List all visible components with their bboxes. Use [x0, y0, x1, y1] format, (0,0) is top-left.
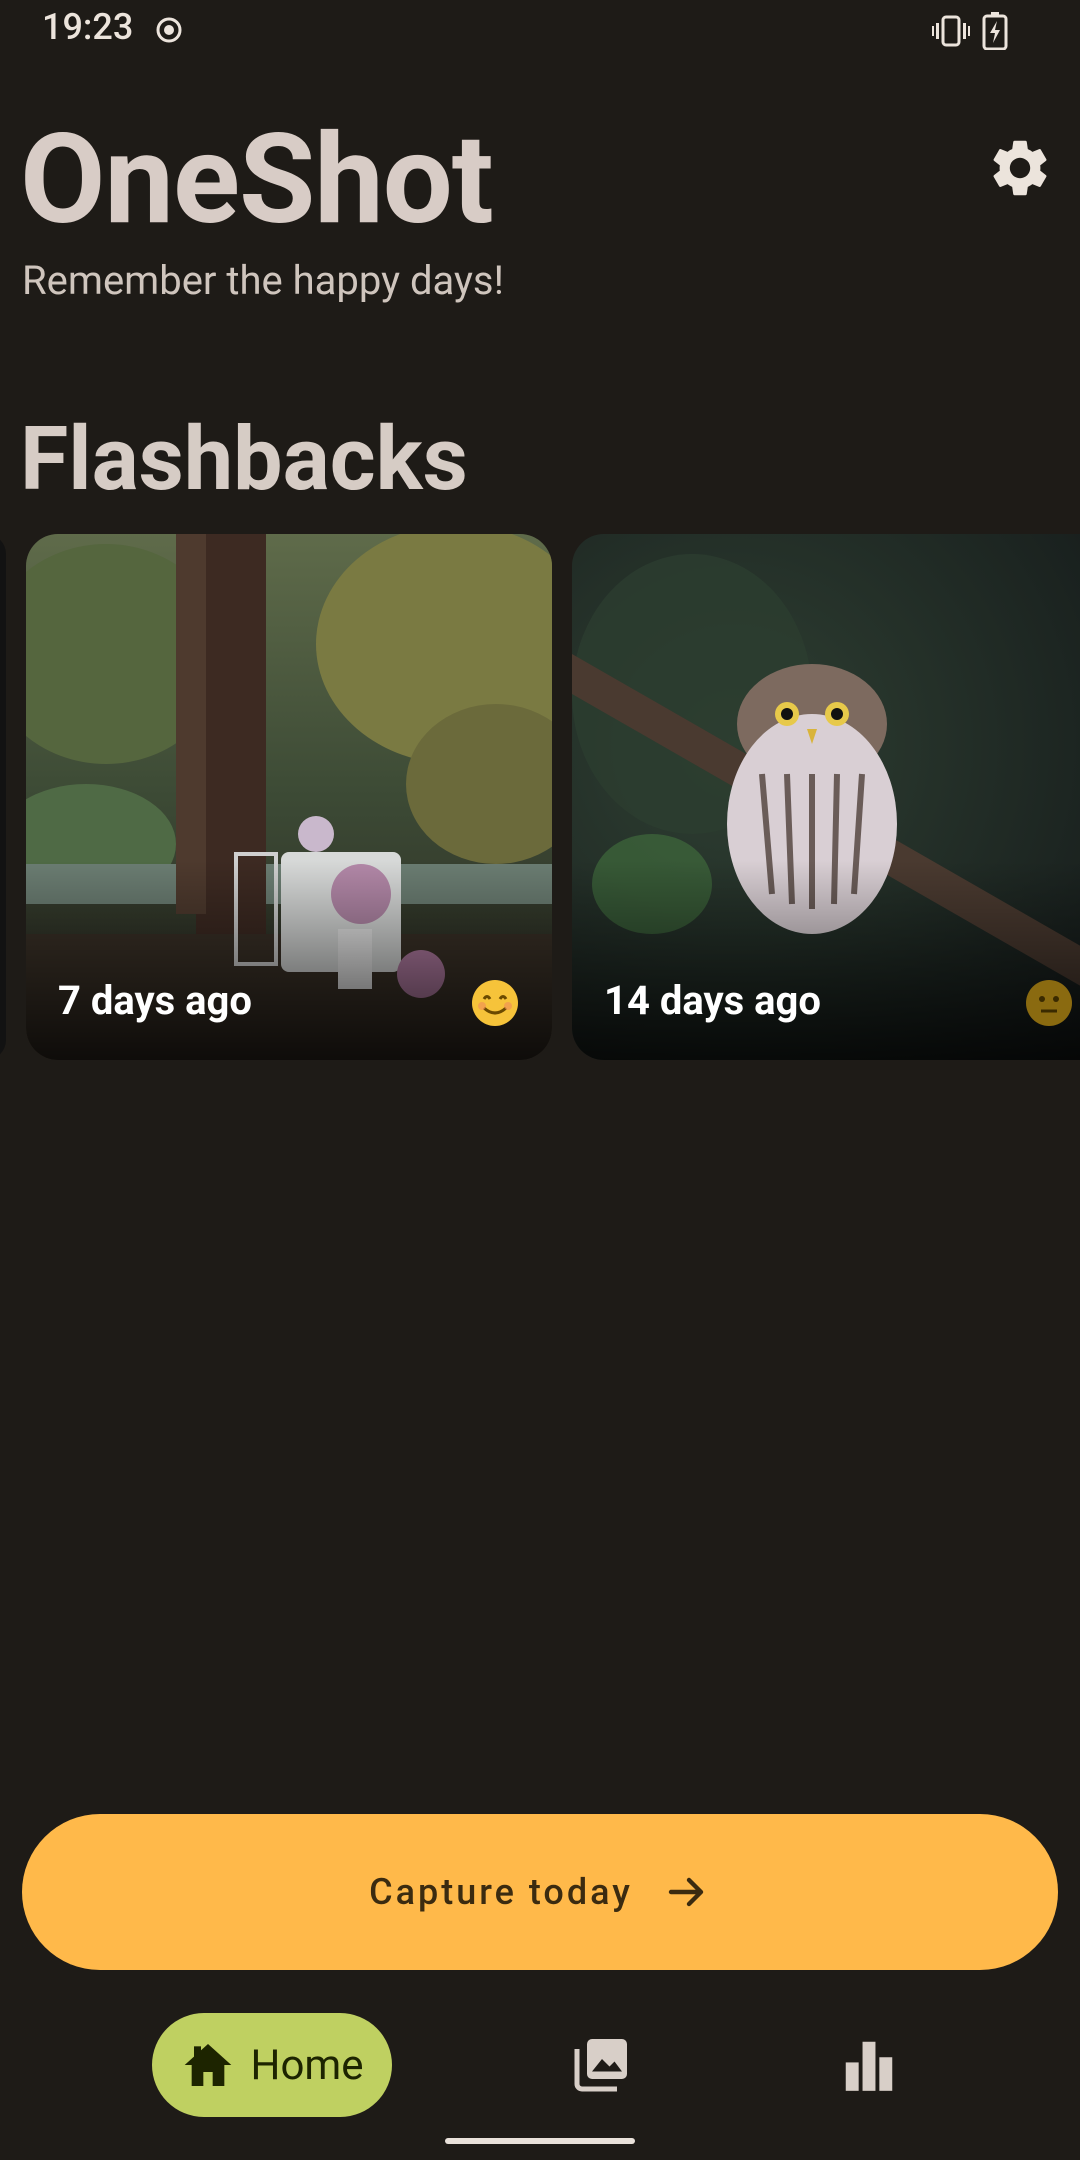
app-title: OneShot [20, 108, 494, 253]
stats-icon[interactable] [838, 2034, 900, 2096]
flashbacks-carousel[interactable]: 7 days ago 14 days ago [0, 534, 1080, 1060]
flashback-date: 7 days ago [58, 977, 252, 1024]
nav-home-label: Home [250, 2040, 364, 2090]
nav-home[interactable]: Home [152, 2013, 392, 2117]
battery-charging-icon [982, 12, 1008, 50]
gallery-icon[interactable] [572, 2034, 632, 2094]
card-shade [572, 860, 1080, 1060]
flashback-date: 14 days ago [604, 977, 821, 1024]
flashbacks-title: Flashbacks [20, 408, 468, 511]
status-bar: 19:23 [0, 0, 1080, 64]
gear-icon [993, 140, 1047, 196]
app-tagline: Remember the happy days! [22, 257, 504, 304]
home-icon [185, 2044, 232, 2086]
vibrate-icon [932, 15, 970, 47]
settings-button[interactable] [980, 128, 1060, 208]
flashback-card[interactable]: 7 days ago [26, 534, 552, 1060]
arrow-right-icon [668, 1877, 704, 1907]
card-shade [26, 860, 552, 1060]
bottom-navigation: Home [0, 2010, 1080, 2120]
capture-today-button[interactable]: Capture today [22, 1814, 1058, 1970]
status-time: 19:23 [42, 6, 134, 48]
happy-face-icon [472, 980, 518, 1026]
capture-today-label: Capture today [369, 1871, 633, 1913]
record-icon [156, 17, 182, 43]
neutral-face-icon [1026, 980, 1072, 1026]
gesture-bar[interactable] [445, 2138, 635, 2144]
flashback-card[interactable]: 14 days ago [572, 534, 1080, 1060]
flashback-card-peek[interactable] [0, 534, 6, 1060]
